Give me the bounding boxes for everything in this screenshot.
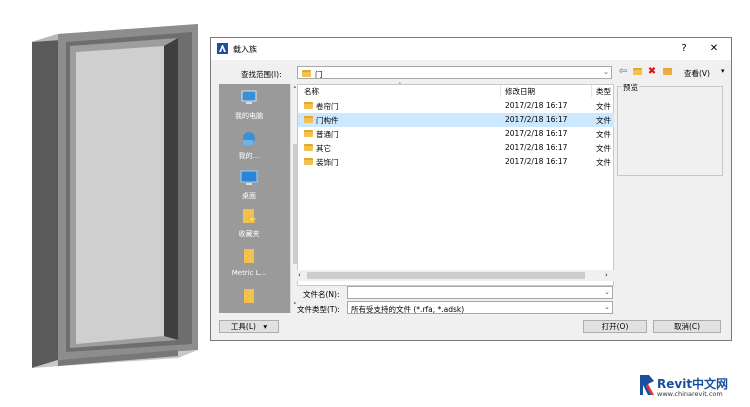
dialog-title: 载入族: [233, 45, 257, 54]
folder-icon: [304, 144, 313, 151]
folder-icon: [304, 130, 313, 137]
column-type-header[interactable]: 类型: [596, 86, 611, 98]
folder-icon: [304, 102, 313, 109]
dropdown-arrow-icon: ▾: [263, 322, 268, 331]
filename-label: 文件名(N):: [303, 290, 340, 299]
chevron-down-icon: ⌄: [603, 68, 609, 76]
back-icon[interactable]: ⇦: [617, 66, 629, 78]
column-name-header[interactable]: 名称: [304, 86, 319, 98]
preview-pane: 预览: [617, 82, 723, 176]
place-desktop[interactable]: 桌面: [219, 170, 279, 201]
folder-icon: [244, 289, 254, 303]
folder-icon: [244, 249, 254, 263]
list-item-selected[interactable]: 门构件 2017/2/18 16:17 文件: [298, 113, 614, 127]
sort-asc-icon: ˄: [398, 82, 402, 90]
tools-button[interactable]: 工具(L) ▾: [219, 320, 279, 333]
close-button[interactable]: ✕: [705, 41, 723, 57]
filename-input[interactable]: ⌄: [347, 286, 613, 299]
folder-icon: [304, 158, 313, 165]
title-bar: 载入族 ? ✕: [211, 38, 731, 60]
filetype-value: 所有受支持的文件 (*.rfa, *.adsk): [351, 305, 465, 314]
place-label: 收藏夹: [238, 230, 260, 238]
revit-logo-icon: [640, 375, 654, 395]
load-family-dialog: 载入族 ? ✕ 查找范围(I): 门 ⌄ ⇦ ✖ 查看(V) ▾ 我的电脑 我的…: [210, 37, 732, 341]
preview-label: 预览: [622, 82, 639, 93]
filetype-label: 文件类型(T):: [297, 305, 340, 314]
file-list[interactable]: 名称 ˄ 修改日期 类型 卷帘门 2017/2/18 16:17 文件 门构件 …: [297, 82, 614, 286]
places-bar: 我的电脑 我的... 桌面 收藏夹 Metric L...: [219, 84, 290, 313]
help-button[interactable]: ?: [675, 41, 693, 57]
scroll-right-icon[interactable]: ›: [605, 271, 608, 279]
chevron-down-icon: ⌄: [604, 288, 610, 296]
folder-icon: [302, 70, 311, 77]
place-label: 桌面: [242, 192, 256, 200]
list-item[interactable]: 其它 2017/2/18 16:17 文件: [298, 141, 614, 155]
scroll-up-icon[interactable]: ˄: [293, 86, 297, 94]
favorites-icon: [243, 209, 258, 224]
cancel-button[interactable]: 取消(C): [653, 320, 721, 333]
network-icon: [243, 132, 255, 145]
folder-icon: [304, 116, 313, 123]
lookin-dropdown[interactable]: 门 ⌄: [297, 66, 612, 79]
place-my-computer[interactable]: 我的电脑: [219, 90, 279, 121]
view-menu[interactable]: 查看(V): [684, 68, 710, 79]
place-label: 我的电脑: [235, 112, 263, 120]
up-folder-icon[interactable]: [631, 66, 643, 78]
lookin-label: 查找范围(I):: [241, 70, 282, 79]
scroll-left-icon[interactable]: ‹: [298, 271, 301, 279]
open-button[interactable]: 打开(O): [583, 320, 647, 333]
place-network[interactable]: 我的...: [219, 130, 279, 161]
revit-app-icon: [217, 43, 228, 54]
column-date-header[interactable]: 修改日期: [505, 86, 535, 98]
file-list-hscrollbar[interactable]: ‹ ›: [297, 270, 614, 281]
place-label: Metric L...: [231, 269, 267, 277]
lookin-value: 门: [315, 70, 323, 79]
list-item[interactable]: 卷帘门 2017/2/18 16:17 文件: [298, 99, 614, 113]
watermark-url: www.chinarevit.com: [657, 390, 723, 398]
list-item[interactable]: 装饰门 2017/2/18 16:17 文件: [298, 155, 614, 169]
computer-icon: [241, 90, 257, 104]
delete-icon[interactable]: ✖: [646, 66, 658, 78]
place-more[interactable]: [219, 288, 279, 309]
door-model-illustration: [32, 24, 198, 368]
place-favorites[interactable]: 收藏夹: [219, 208, 279, 239]
desktop-icon: [240, 170, 258, 185]
scroll-down-icon[interactable]: ˅: [293, 302, 297, 310]
place-label: 我的...: [238, 152, 260, 160]
view-dropdown-arrow-icon[interactable]: ▾: [721, 67, 725, 75]
chevron-down-icon: ⌄: [604, 303, 610, 311]
place-metric-library[interactable]: Metric L...: [219, 248, 279, 277]
list-item[interactable]: 普通门 2017/2/18 16:17 文件: [298, 127, 614, 141]
scroll-thumb[interactable]: [307, 272, 585, 279]
filetype-dropdown[interactable]: 所有受支持的文件 (*.rfa, *.adsk) ⌄: [347, 301, 613, 314]
new-folder-icon[interactable]: [661, 66, 673, 78]
